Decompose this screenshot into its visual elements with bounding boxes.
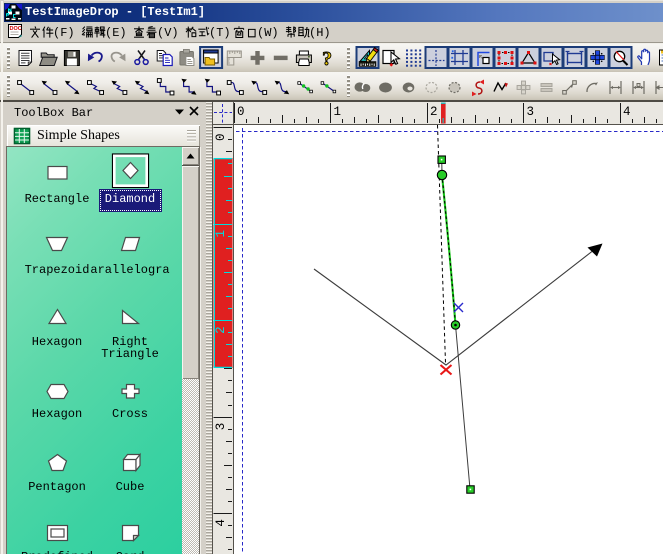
svg-text:3: 3: [214, 423, 228, 431]
svg-text:?: ?: [322, 48, 332, 70]
svg-text:2: 2: [214, 326, 228, 334]
svg-text:1: 1: [334, 105, 342, 119]
svg-text:DOC: DOC: [10, 26, 22, 32]
svg-text:2: 2: [430, 105, 438, 119]
svg-text:0: 0: [237, 105, 245, 119]
svg-text:4: 4: [623, 105, 631, 119]
svg-text:3: 3: [527, 105, 535, 119]
svg-text:1: 1: [214, 230, 228, 238]
svg-text:0: 0: [214, 134, 228, 142]
svg-text:4: 4: [214, 519, 228, 527]
